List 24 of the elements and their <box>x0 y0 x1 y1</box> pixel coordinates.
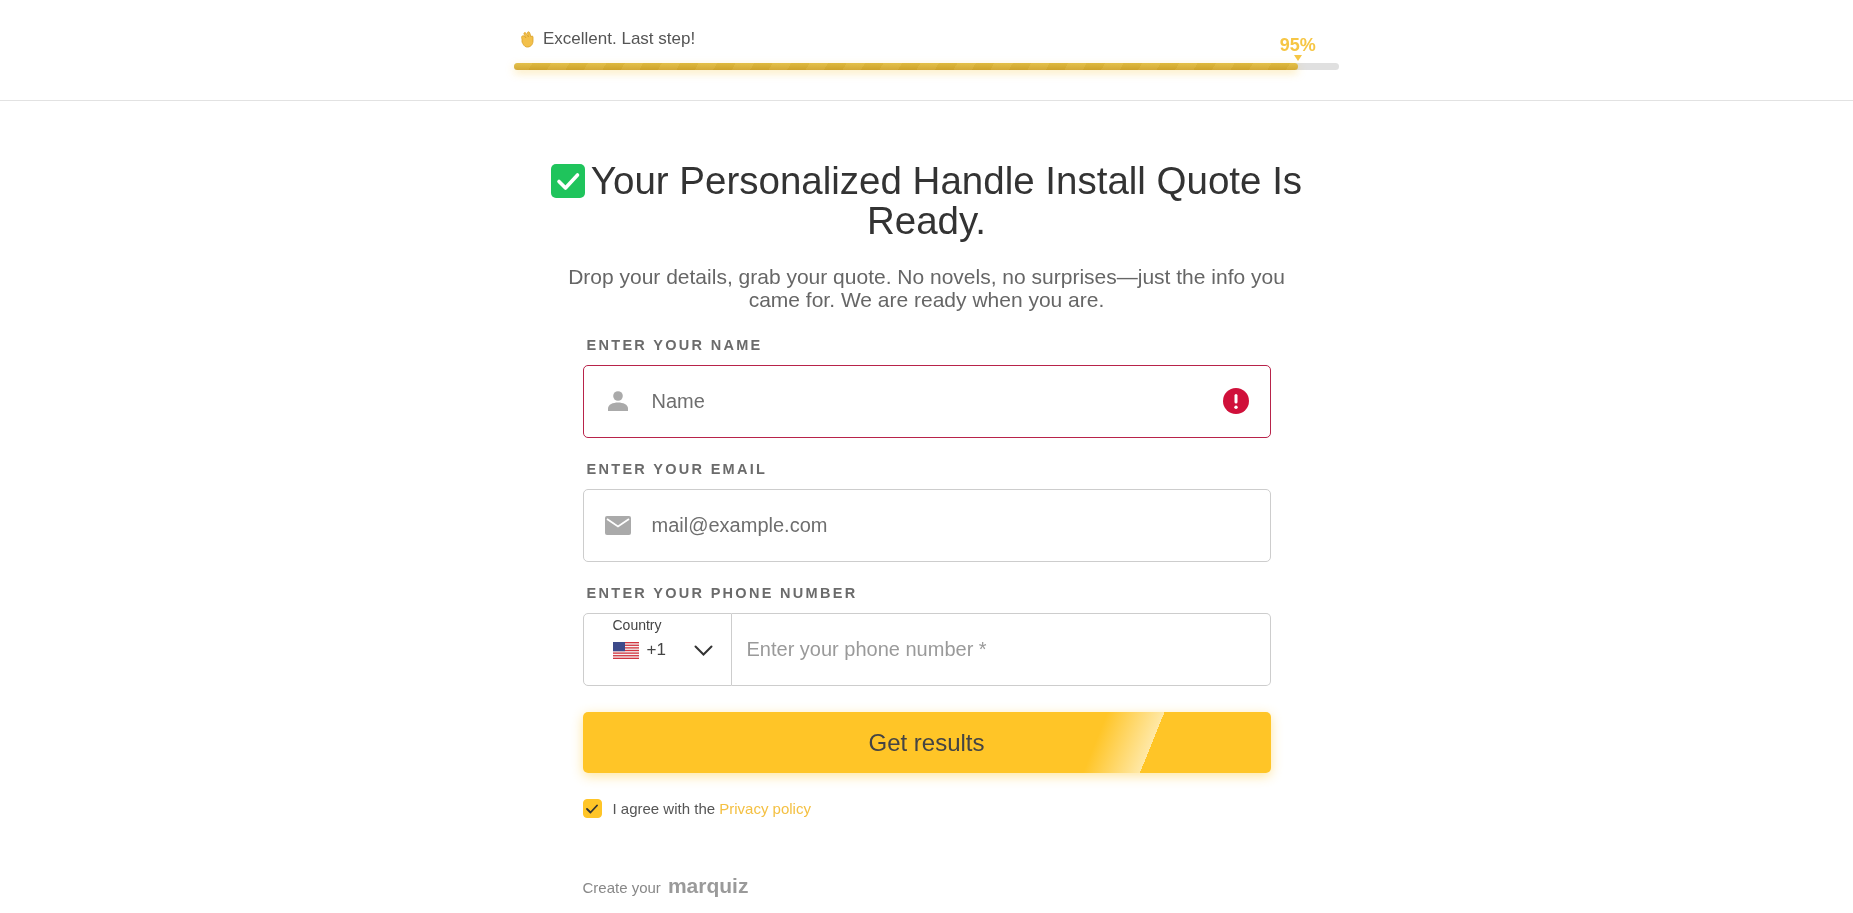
consent-text: I agree with the Privacy policy <box>612 800 811 817</box>
email-field[interactable]: mail@example.com <box>582 489 1271 562</box>
name-field[interactable]: Name <box>582 365 1271 438</box>
get-results-button[interactable]: Get results <box>582 712 1271 773</box>
subtitle-text: Drop your details, grab your quote. No novels, no surprises—just the info you came for. We are ready when you are. <box>567 265 1286 311</box>
footer-text: Create your <box>582 879 661 896</box>
consent-checkbox[interactable] <box>582 799 602 818</box>
check-icon <box>586 803 598 814</box>
heading-text: Your Personalized Handle Install Quote Is Ready. <box>590 159 1303 242</box>
field-label: ENTER YOUR EMAIL <box>585 461 769 478</box>
field-label: ENTER YOUR NAME <box>585 337 764 354</box>
hand-icon <box>518 30 536 48</box>
person-icon <box>607 391 628 411</box>
phone-field[interactable]: Enter your phone number * <box>731 613 1271 686</box>
progress-label: Excellent. Last step! <box>543 29 696 49</box>
pointer-icon <box>1293 55 1302 61</box>
chevron-down-icon <box>693 644 713 656</box>
envelope-icon <box>604 516 631 535</box>
flag-icon <box>612 641 639 659</box>
country-select[interactable]: Country +1 <box>582 613 732 686</box>
progress-percent: 95% <box>1279 36 1316 54</box>
field-label: ENTER YOUR PHONE NUMBER <box>585 585 859 602</box>
alert-icon <box>1222 388 1249 414</box>
check-icon <box>550 164 585 198</box>
